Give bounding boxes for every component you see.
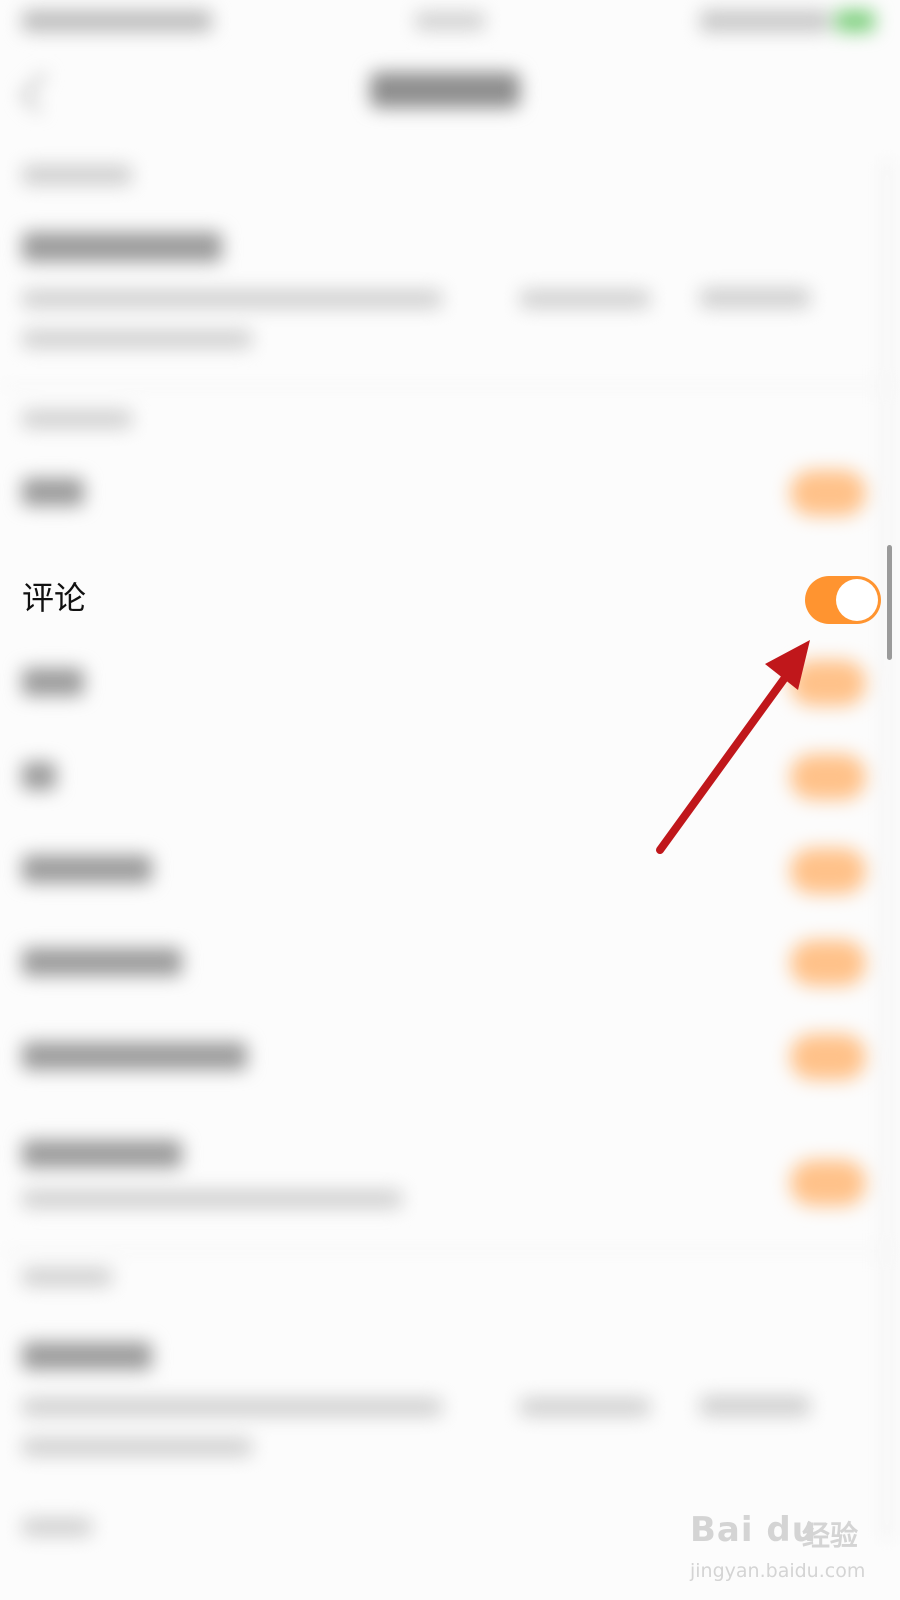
watermark-logo: Bai du [690,1510,817,1550]
blurred-background [0,0,900,1600]
setting-desc [520,290,650,308]
toggle-switch[interactable] [790,660,866,706]
setting-desc [520,1398,650,1416]
section-header [22,165,132,185]
toggle-switch[interactable] [790,470,866,516]
divider [0,1250,900,1252]
list-item [22,948,182,976]
toggle-knob [836,579,878,621]
toggle-switch[interactable] [790,754,866,800]
list-item [22,1140,182,1168]
setting-desc [700,288,810,308]
toggle-switch[interactable] [790,848,866,894]
scroll-track [884,160,890,1540]
status-bar [0,0,900,48]
setting-desc [22,330,252,348]
list-item-desc [22,1190,402,1208]
setting-title [22,232,222,262]
list-item [22,478,84,506]
comment-row-label: 评论 [22,579,87,617]
setting-title [22,1342,152,1370]
setting-desc [22,1398,442,1416]
setting-desc [700,1396,810,1416]
divider [0,385,900,387]
section-header [22,410,132,428]
nav-title [370,72,520,108]
toggle-switch[interactable] [790,940,866,986]
list-item [22,762,56,790]
list-item [22,1042,247,1070]
watermark: Bai du 经验 jingyan.baidu.com [690,1510,865,1590]
setting-desc [22,290,442,308]
status-carrier [22,10,212,32]
back-icon[interactable] [19,71,62,114]
toggle-switch[interactable] [790,1034,866,1080]
setting-desc [22,1438,252,1456]
list-item [22,855,152,883]
nav-bar [0,48,900,138]
status-indicators [700,10,830,32]
battery-icon [835,10,875,32]
watermark-brand: 经验 [802,1519,859,1552]
list-item [22,668,84,696]
watermark-url: jingyan.baidu.com [690,1560,866,1582]
toggle-switch[interactable] [790,1160,866,1206]
scrollbar[interactable] [887,545,892,660]
status-time [415,12,485,30]
section-header [22,1518,92,1536]
comment-toggle[interactable] [805,576,881,624]
section-header [22,1268,112,1286]
